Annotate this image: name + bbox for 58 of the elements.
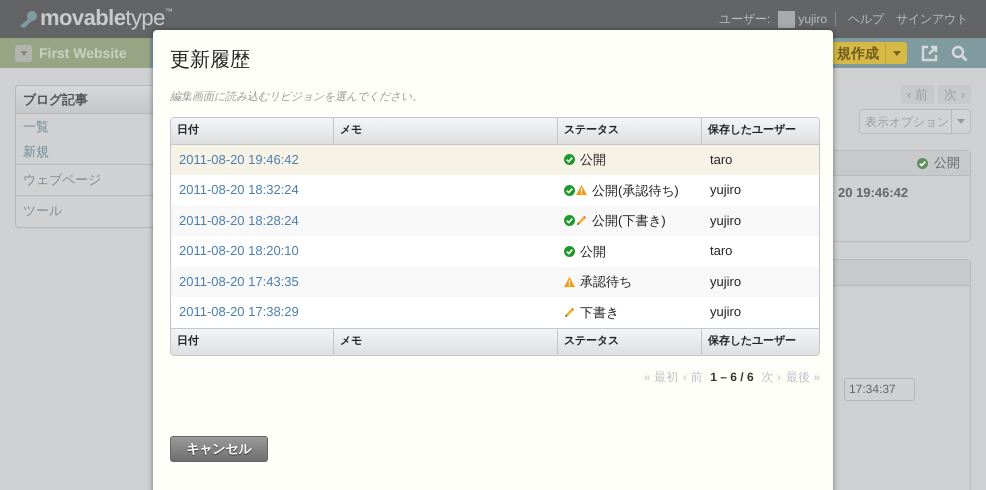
dropdown-icon [15, 44, 32, 62]
entry-date: 20 19:46:42 [837, 184, 910, 202]
column-header[interactable]: 保存したユーザー [702, 118, 819, 144]
avatar-icon [778, 10, 796, 28]
column-header[interactable]: 日付 [171, 118, 334, 144]
revision-row[interactable]: 2011-08-20 17:38:29 下書き yujiro [171, 297, 819, 328]
revision-date-link[interactable]: 2011-08-20 18:32:24 [179, 182, 299, 198]
check-icon [564, 184, 575, 196]
revision-date-link[interactable]: 2011-08-20 17:38:29 [179, 304, 299, 320]
pencil-icon [564, 306, 575, 318]
warning-icon [564, 276, 575, 287]
revision-date-link[interactable]: 2011-08-20 19:46:42 [179, 152, 299, 167]
user-cell: yujiro [710, 274, 742, 289]
revision-date-link[interactable]: 2011-08-20 17:43:35 [179, 274, 299, 289]
revision-row[interactable]: 2011-08-20 18:28:24 公開(下書き) yujiro [171, 206, 819, 236]
status-text: 公開 [580, 242, 606, 260]
cancel-button[interactable]: キャンセル [170, 436, 268, 462]
column-header[interactable]: ステータス [558, 118, 702, 144]
time-field[interactable]: 17:34:37 [844, 378, 915, 400]
logo: movabletype [40, 4, 165, 32]
entry-status: 公開 [934, 154, 960, 172]
header-link[interactable]: サインアウト [896, 10, 968, 28]
check-icon [564, 215, 575, 226]
pencil-icon [576, 215, 587, 226]
revision-date-link[interactable]: 2011-08-20 18:28:24 [179, 212, 299, 228]
user-cell: yujiro [710, 304, 742, 320]
check-icon [564, 246, 575, 257]
user-cell: taro [710, 243, 732, 258]
column-header[interactable]: メモ [334, 118, 558, 144]
column-header[interactable]: 日付 [171, 328, 334, 354]
dialog-hint: 編集画面に読み込むリビジョンを選んでください。 [170, 90, 424, 105]
warning-icon [576, 185, 587, 196]
revision-row[interactable]: 2011-08-20 17:43:35 承認待ち yujiro [171, 266, 819, 297]
status-text: 公開 [580, 151, 606, 169]
revision-row[interactable]: 2011-08-20 18:32:24 公開(承認待ち) yujiro [171, 175, 819, 206]
username-link[interactable]: yujiro [798, 10, 827, 28]
column-header[interactable]: 保存したユーザー [702, 328, 819, 354]
user-cell: yujiro [710, 182, 742, 198]
header-link[interactable]: ヘルプ [848, 10, 884, 28]
status-text: 公開(下書き) [592, 212, 666, 230]
check-icon [564, 154, 575, 166]
user-cell: taro [710, 152, 732, 167]
trademark: ™ [164, 6, 173, 18]
status-text: 公開(承認待ち) [592, 182, 679, 200]
external-link-icon[interactable] [921, 45, 938, 62]
check-icon [917, 158, 928, 168]
search-icon[interactable] [951, 45, 968, 62]
dialog-title: 更新履歴 [170, 48, 251, 73]
revision-date-link[interactable]: 2011-08-20 18:20:10 [179, 243, 299, 258]
column-header[interactable]: メモ [334, 328, 558, 354]
page-range: 1 – 6 / 6 [710, 368, 754, 386]
user-label: ユーザー: [718, 11, 770, 28]
revision-row[interactable]: 2011-08-20 18:20:10 公開 taro [171, 236, 819, 266]
status-text: 下書き [580, 304, 619, 322]
user-cell: yujiro [710, 212, 742, 228]
column-header[interactable]: ステータス [558, 328, 702, 354]
revision-row[interactable]: 2011-08-20 19:46:42 公開 taro [171, 144, 819, 175]
status-text: 承認待ち [580, 273, 632, 291]
